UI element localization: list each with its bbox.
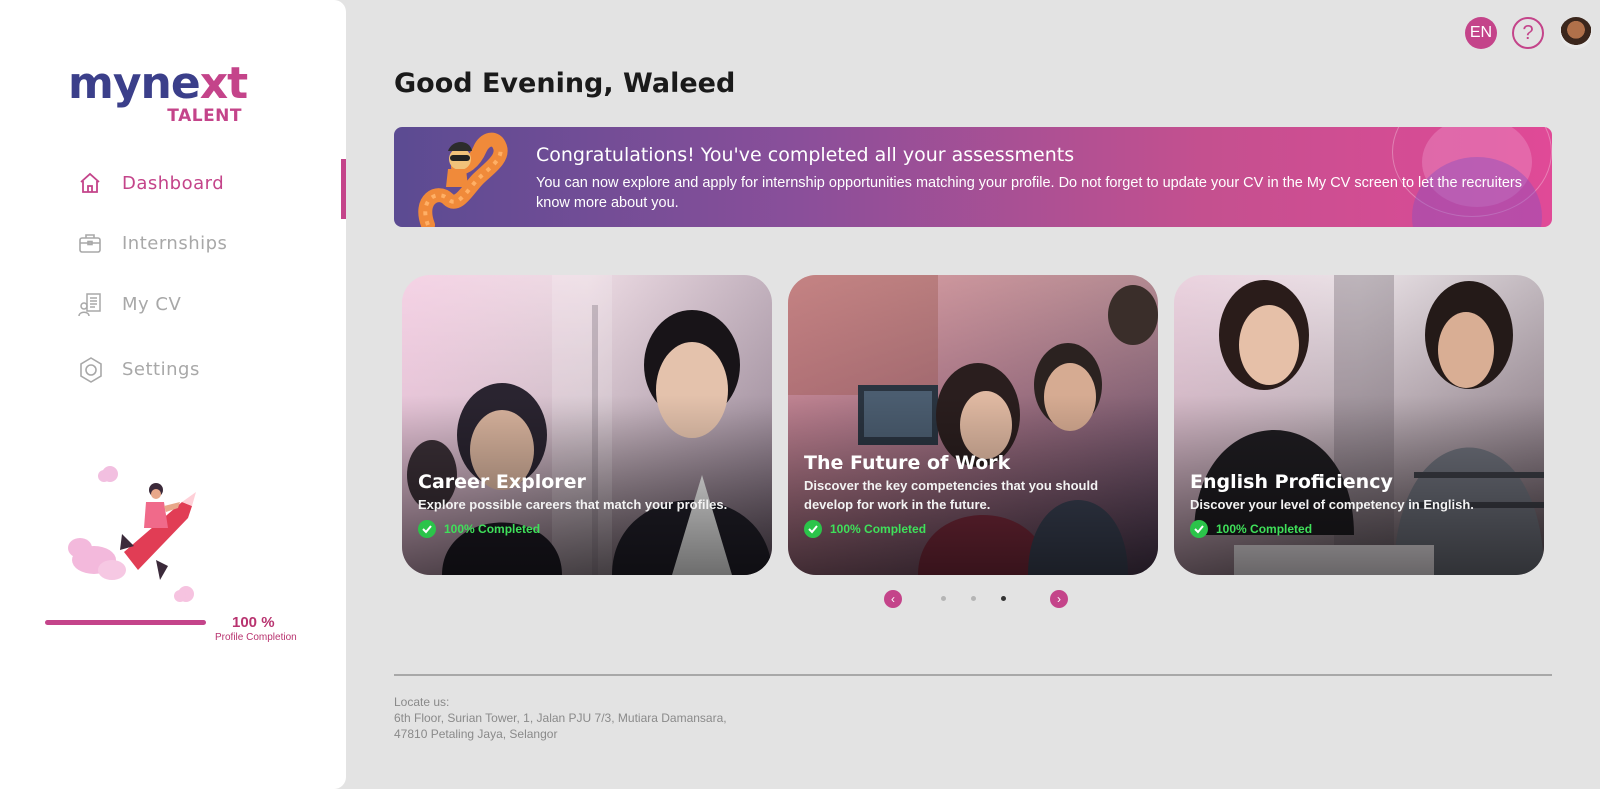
card-status: 100% Completed bbox=[804, 520, 926, 538]
celebration-figure-illustration bbox=[408, 129, 508, 227]
profile-progress-percent: 100 % bbox=[232, 614, 275, 631]
completion-banner: Congratulations! You've completed all yo… bbox=[394, 127, 1552, 227]
home-icon bbox=[78, 171, 102, 195]
sidebar: mynext TALENT Dashboard Internships My C… bbox=[0, 0, 346, 789]
card-description: Discover your level of competency in Eng… bbox=[1190, 497, 1474, 512]
check-icon bbox=[804, 520, 822, 538]
card-status-label: 100% Completed bbox=[444, 522, 541, 536]
logo-main-text: mynext bbox=[68, 58, 248, 109]
cv-document-icon bbox=[78, 292, 102, 317]
rocket-illustration bbox=[64, 462, 214, 602]
sidebar-item-settings[interactable]: Settings bbox=[78, 357, 200, 383]
page-title: Good Evening, Waleed bbox=[394, 68, 736, 99]
carousel-prev-button[interactable]: ‹ bbox=[884, 590, 902, 608]
check-icon bbox=[1190, 520, 1208, 538]
logo-accent-text: xt bbox=[199, 58, 248, 109]
active-nav-indicator bbox=[341, 159, 346, 219]
carousel-dot[interactable] bbox=[941, 596, 946, 601]
footer-heading: Locate us: bbox=[394, 695, 450, 709]
footer-address-line: 47810 Petaling Jaya, Selangor bbox=[394, 727, 558, 741]
footer-address-line: 6th Floor, Surian Tower, 1, Jalan PJU 7/… bbox=[394, 711, 727, 725]
profile-progress-caption: Profile Completion bbox=[215, 632, 297, 643]
gear-icon bbox=[78, 357, 102, 383]
avatar[interactable] bbox=[1560, 17, 1592, 49]
card-title: Career Explorer bbox=[418, 471, 586, 493]
card-status-label: 100% Completed bbox=[1216, 522, 1313, 536]
logo-wordmark: mynext bbox=[68, 62, 248, 106]
sidebar-item-label: My CV bbox=[122, 293, 182, 315]
card-title: The Future of Work bbox=[804, 452, 1011, 474]
carousel-dot[interactable] bbox=[971, 596, 976, 601]
check-icon bbox=[418, 520, 436, 538]
sidebar-item-label: Internships bbox=[122, 232, 228, 254]
logo-sub-text: TALENT bbox=[167, 106, 242, 126]
card-career-explorer[interactable]: Career Explorer Explore possible careers… bbox=[402, 275, 772, 575]
sidebar-item-internships[interactable]: Internships bbox=[78, 231, 227, 255]
carousel-next-button[interactable]: › bbox=[1050, 590, 1068, 608]
card-title: English Proficiency bbox=[1190, 471, 1393, 493]
help-icon[interactable]: ? bbox=[1512, 17, 1544, 49]
carousel-dot-active[interactable] bbox=[1001, 596, 1006, 601]
profile-progress-bar bbox=[45, 620, 206, 625]
footer-divider bbox=[394, 674, 1552, 676]
card-status: 100% Completed bbox=[418, 520, 540, 538]
card-future-of-work[interactable]: The Future of Work Discover the key comp… bbox=[788, 275, 1158, 575]
sidebar-item-my-cv[interactable]: My CV bbox=[78, 292, 182, 317]
briefcase-icon bbox=[78, 231, 102, 255]
sidebar-item-label: Settings bbox=[122, 358, 200, 380]
mynext-talent-logo[interactable]: mynext TALENT bbox=[68, 62, 248, 127]
sidebar-item-dashboard[interactable]: Dashboard bbox=[78, 171, 224, 195]
card-description: Discover the key competencies that you s… bbox=[804, 478, 1099, 512]
chevron-right-icon: › bbox=[1057, 592, 1061, 606]
chevron-left-icon: ‹ bbox=[891, 592, 895, 606]
footer-address: Locate us: 6th Floor, Surian Tower, 1, J… bbox=[394, 694, 727, 742]
card-english-proficiency[interactable]: English Proficiency Discover your level … bbox=[1174, 275, 1544, 575]
banner-text: You can now explore and apply for intern… bbox=[536, 175, 1523, 211]
card-description: Explore possible careers that match your… bbox=[418, 497, 728, 512]
language-button[interactable]: EN bbox=[1465, 17, 1497, 49]
banner-title: Congratulations! You've completed all yo… bbox=[536, 144, 1075, 166]
card-status: 100% Completed bbox=[1190, 520, 1312, 538]
card-status-label: 100% Completed bbox=[830, 522, 927, 536]
sidebar-item-label: Dashboard bbox=[122, 172, 225, 194]
